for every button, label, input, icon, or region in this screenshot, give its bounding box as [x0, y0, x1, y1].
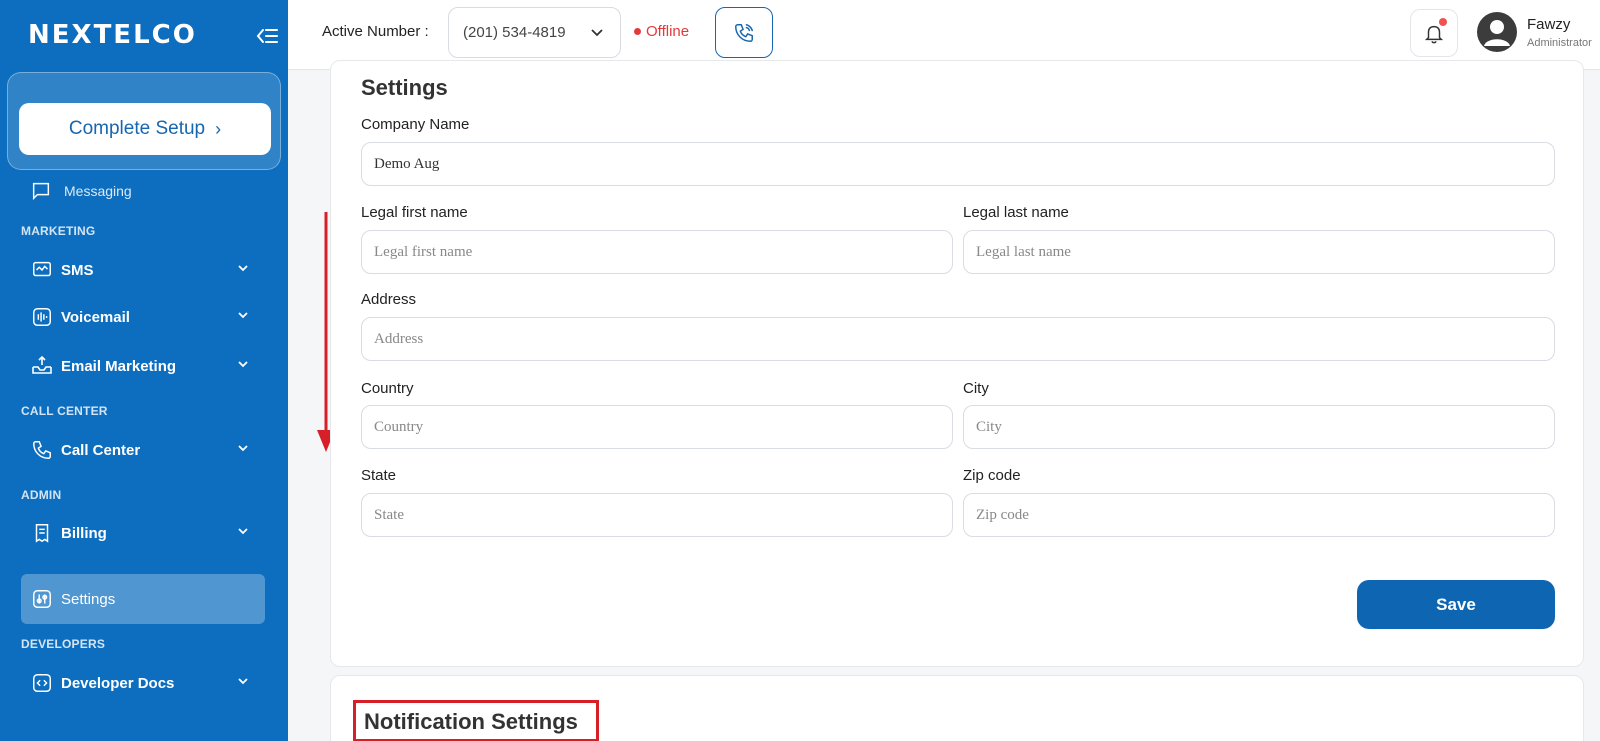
chevron-down-icon: [238, 528, 248, 535]
legal-first-name-field[interactable]: [361, 230, 953, 274]
notification-settings-card: Notification Settings: [330, 675, 1584, 741]
code-icon: [30, 671, 54, 695]
company-name-label: Company Name: [361, 116, 470, 133]
highlight-box-annotation: Notification Settings: [353, 700, 599, 741]
collapse-sidebar-icon[interactable]: [256, 26, 278, 46]
logo: NEXTELCO: [28, 20, 197, 50]
chevron-down-icon: [591, 29, 603, 37]
section-call-center: CALL CENTER: [21, 404, 108, 418]
inbox-upload-icon: [30, 354, 54, 378]
chevron-down-icon: [238, 265, 248, 272]
chevron-down-icon: [238, 312, 248, 319]
legal-first-name-label: Legal first name: [361, 204, 468, 221]
sidebar-item-label: Billing: [61, 524, 107, 542]
state-label: State: [361, 467, 397, 484]
sidebar-item-call-center[interactable]: Call Center: [21, 427, 265, 473]
sidebar-item-label: Voicemail: [61, 308, 130, 326]
user-name: Fawzy: [1527, 16, 1571, 33]
sidebar-item-email-marketing[interactable]: Email Marketing: [21, 343, 265, 389]
legal-last-name-label: Legal last name: [963, 204, 1069, 221]
logo-row: NEXTELCO: [0, 0, 288, 70]
sidebar-item-developer-docs[interactable]: Developer Docs: [21, 660, 265, 706]
zip-code-field[interactable]: [963, 493, 1555, 537]
chevron-down-icon: [238, 678, 248, 685]
active-number-value: (201) 534-4819: [463, 24, 566, 41]
sidebar-item-label: Call Center: [61, 441, 141, 459]
user-role: Administrator: [1527, 37, 1592, 49]
address-field[interactable]: [361, 317, 1555, 361]
active-number-select[interactable]: (201) 534-4819: [448, 7, 621, 58]
sidebar-item-label: Email Marketing: [61, 357, 177, 375]
user-icon: [1484, 20, 1510, 46]
city-label: City: [963, 380, 989, 397]
chevron-down-icon: [238, 445, 248, 452]
status-dot: [634, 28, 641, 35]
sidebar-item-sms[interactable]: SMS: [21, 247, 265, 293]
receipt-icon: [30, 521, 54, 545]
sidebar-item-label: Developer Docs: [61, 674, 175, 692]
active-number-label: Active Number :: [322, 23, 429, 40]
sms-icon: [30, 258, 54, 282]
sidebar-item-messaging[interactable]: Messaging: [30, 182, 132, 200]
phone-ringing-icon: [735, 23, 753, 42]
notifications-button[interactable]: [1410, 9, 1458, 57]
status-badge: Offline: [634, 23, 689, 40]
sidebar-item-label: SMS: [61, 261, 94, 279]
complete-setup-label: Complete Setup: [68, 118, 206, 139]
country-field[interactable]: [361, 405, 953, 449]
section-admin: ADMIN: [21, 488, 62, 502]
status-text: Offline: [646, 23, 690, 40]
zip-code-label: Zip code: [963, 467, 1021, 484]
voicemail-icon: [30, 305, 54, 329]
sidebar-item-label: Settings: [61, 590, 116, 608]
sidebar: NEXTELCO Complete Setup › Messaging MARK…: [0, 0, 288, 741]
company-name-field[interactable]: [361, 142, 1555, 186]
dialer-button[interactable]: [715, 7, 773, 58]
chevron-down-icon: [238, 361, 248, 368]
phone-icon: [30, 438, 54, 462]
sidebar-item-label: Messaging: [64, 183, 132, 199]
settings-card: Settings Company Name Legal first name L…: [330, 60, 1584, 667]
notification-dot: [1439, 18, 1447, 26]
save-button[interactable]: Save: [1357, 580, 1555, 629]
chat-icon: [32, 182, 50, 200]
sliders-icon: [30, 587, 54, 611]
city-field[interactable]: [963, 405, 1555, 449]
setup-card: Complete Setup ›: [7, 72, 281, 170]
state-field[interactable]: [361, 493, 953, 537]
chevron-right-icon: ›: [215, 118, 222, 139]
address-label: Address: [361, 291, 417, 308]
avatar[interactable]: [1477, 12, 1517, 52]
sidebar-item-settings[interactable]: Settings: [21, 574, 265, 624]
notification-settings-title: Notification Settings: [364, 709, 578, 734]
country-label: Country: [361, 380, 414, 397]
sidebar-item-voicemail[interactable]: Voicemail: [21, 294, 265, 340]
page-title: Settings: [361, 75, 448, 100]
complete-setup-button[interactable]: Complete Setup ›: [19, 103, 271, 155]
legal-last-name-field[interactable]: [963, 230, 1555, 274]
sidebar-item-billing[interactable]: Billing: [21, 510, 265, 556]
section-marketing: MARKETING: [21, 224, 96, 238]
section-developers: DEVELOPERS: [21, 637, 106, 651]
